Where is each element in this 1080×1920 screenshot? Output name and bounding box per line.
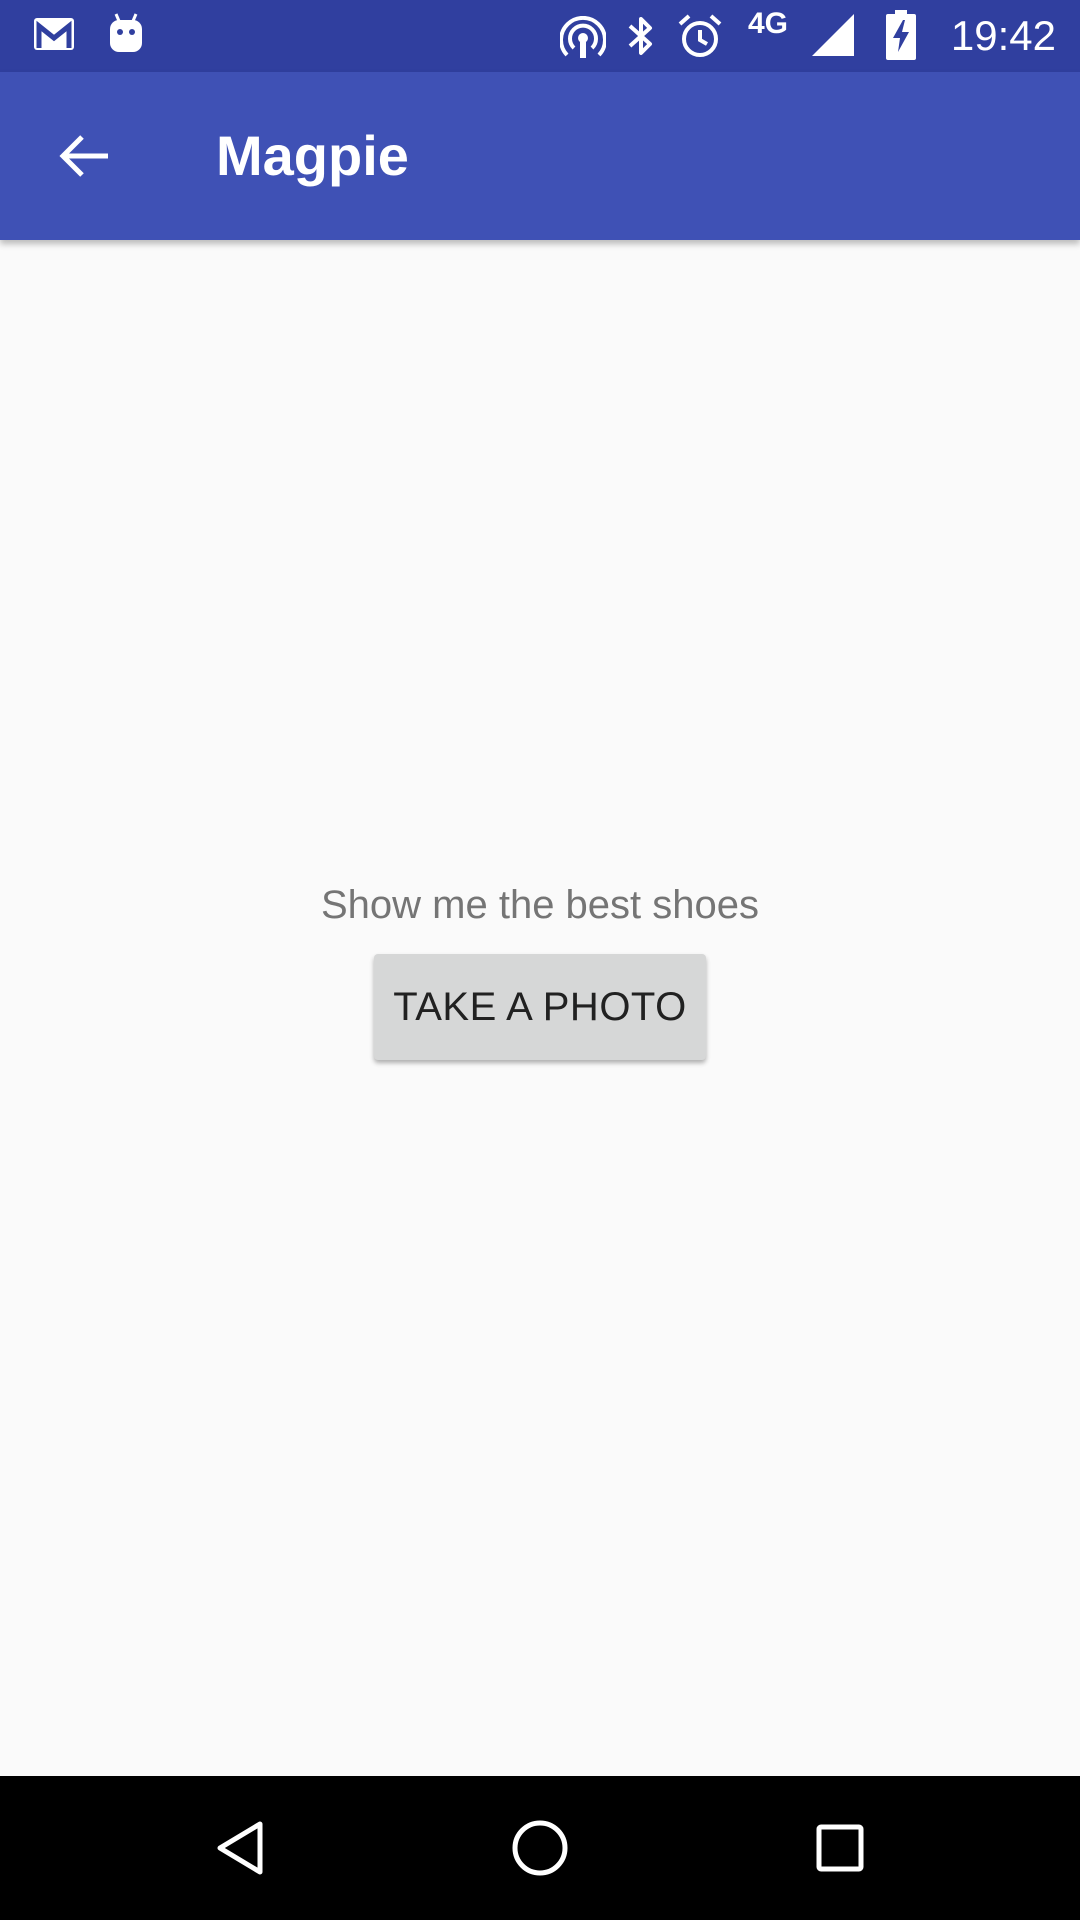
battery-charging-icon [886,10,916,60]
app-bar: Magpie [0,72,1080,240]
back-button[interactable] [36,114,132,198]
bluetooth-icon [628,17,652,55]
status-bar: 4G 19:42 [0,0,1080,72]
network-type-label: 4G [748,7,789,40]
alarm-icon [678,14,722,57]
nav-back-button[interactable] [192,1800,288,1896]
screen: 4G 19:42 Magpie Show me the best shoes T… [0,0,1080,1920]
arrow-back-icon [59,135,108,177]
home-circle-icon [512,1820,568,1876]
android-debug-icon [110,13,142,52]
prompt-text: Show me the best shoes [320,883,760,927]
navigation-bar [0,1776,1080,1920]
take-photo-button[interactable]: TAKE A PHOTO [374,954,706,1060]
status-time: 19:42 [950,12,1056,59]
main-content: Show me the best shoes TAKE A PHOTO [0,240,1080,1776]
gmail-icon [34,18,74,50]
back-triangle-icon [217,1821,263,1875]
nav-home-button[interactable] [492,1800,588,1896]
app-title: Magpie [216,124,409,187]
signal-icon [812,14,854,56]
hotspot-icon [560,16,606,58]
recents-square-icon [816,1824,864,1872]
nav-recents-button[interactable] [792,1800,888,1896]
